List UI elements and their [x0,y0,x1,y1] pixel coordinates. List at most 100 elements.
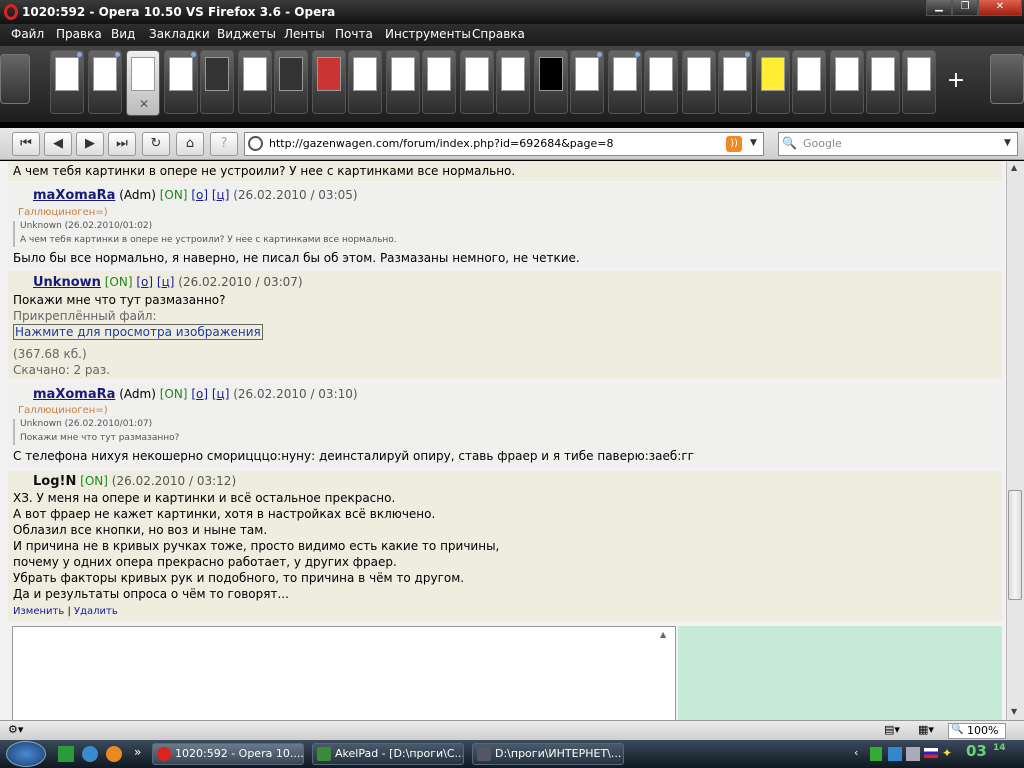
tab[interactable] [88,50,122,114]
menu-help[interactable]: Справка [472,27,525,41]
textarea-scroll-up-icon[interactable]: ▲ [660,630,666,639]
reply-textarea[interactable] [12,626,676,722]
edit-link[interactable]: Изменить [13,606,64,617]
home-button[interactable]: ⌂ [176,132,204,156]
search-icon: 🔍 [782,136,797,150]
zoom-icon: 🔍 [951,724,964,735]
panel-toggle-button[interactable] [0,54,30,104]
rewind-button[interactable]: ⏮ [12,132,40,156]
tab[interactable] [496,50,530,114]
author-link[interactable]: maXomaRa [33,387,115,402]
rss-icon[interactable]: )) [726,136,742,152]
tab[interactable] [534,50,568,114]
volume-icon[interactable] [906,747,920,761]
author-link[interactable]: Unknown [33,275,101,290]
tab-close-icon[interactable]: ✕ [139,97,149,111]
quote-link[interactable]: [ц] [157,275,175,289]
menu-file[interactable]: Файл [11,27,44,41]
new-tab-button[interactable]: + [938,58,974,106]
menu-bar: Файл Правка Вид Закладки Виджеты Ленты П… [0,24,1024,46]
firefox-icon[interactable] [106,746,122,762]
tab[interactable] [570,50,604,114]
author-link[interactable]: maXomaRa [33,188,115,203]
scrollbar-thumb[interactable] [1008,490,1022,600]
scroll-up-icon[interactable]: ▲ [1011,163,1017,172]
tab[interactable] [830,50,864,114]
maximize-button[interactable]: ❐ [952,0,978,16]
quote-block: Unknown (26.02.2010/01:07) Покажи мне чт… [13,419,433,445]
menu-feeds[interactable]: Ленты [284,27,325,41]
menu-mail[interactable]: Почта [335,27,373,41]
tab[interactable] [422,50,456,114]
undo-close-tab-button[interactable] [990,54,1024,104]
menu-bookmarks[interactable]: Закладки [149,27,210,41]
fast-forward-button[interactable]: ⏭ [108,132,136,156]
reply-side-panel [678,626,1002,722]
tab[interactable] [164,50,198,114]
overflow-icon[interactable]: » [134,745,141,759]
delete-link[interactable]: Удалить [74,606,118,617]
tab-active[interactable]: ✕ [126,50,160,116]
tab[interactable] [238,50,272,114]
taskbar-item-akelpad[interactable]: AkelPad - [D:\проги\С... [312,743,464,765]
address-toolbar: ⏮ ◀ ▶ ⏭ ↻ ⌂ ? http://gazenwagen.com/foru… [0,128,1024,160]
tab[interactable] [608,50,642,114]
settings-icon[interactable]: ⚙▾ [8,723,23,736]
window-title: 1020:592 - Opera 10.50 VS Firefox 3.6 - … [22,5,336,19]
menu-edit[interactable]: Правка [56,27,102,41]
tray-wand-icon[interactable]: ✦ [942,746,952,760]
search-dropdown-icon[interactable]: ▼ [1004,138,1011,148]
clock-hour[interactable]: 03 [966,742,987,760]
tab[interactable] [386,50,420,114]
tab[interactable] [200,50,234,114]
network-icon[interactable] [888,747,902,761]
menu-view[interactable]: Вид [111,27,135,41]
minimize-button[interactable]: ▁ [926,0,952,16]
quicklaunch-icon[interactable] [58,746,74,762]
menu-widgets[interactable]: Виджеты [217,27,276,41]
tab[interactable] [866,50,900,114]
forward-button[interactable]: ▶ [76,132,104,156]
url-dropdown-icon[interactable]: ▼ [750,138,757,148]
panel-icon[interactable]: ▤▾ [884,723,900,736]
clock-minute[interactable]: 14 [993,743,1006,753]
tray-expand-icon[interactable]: ‹ [854,746,858,759]
tray-icon[interactable] [870,747,882,761]
menu-tools[interactable]: Инструменты [385,27,471,41]
scroll-down-icon[interactable]: ▼ [1011,707,1017,716]
quote-link[interactable]: [ц] [212,387,230,401]
tab[interactable] [682,50,716,114]
browser-icon[interactable] [82,746,98,762]
site-favicon-icon [248,136,263,151]
tab[interactable] [718,50,752,114]
opera-logo-icon [4,4,18,20]
view-icon[interactable]: ▦▾ [918,723,934,736]
back-button[interactable]: ◀ [44,132,72,156]
language-flag-icon[interactable] [924,748,938,758]
tab[interactable] [902,50,936,114]
search-input[interactable]: Google [778,132,1018,156]
taskbar-item-explorer[interactable]: D:\проги\ИНТЕРНЕТ\... [472,743,624,765]
tab[interactable] [756,50,790,114]
reply-link[interactable]: [о] [191,188,208,202]
reply-link[interactable]: [о] [136,275,153,289]
attachment-link[interactable]: Нажмите для просмотра изображения [13,324,263,340]
url-field[interactable]: http://gazenwagen.com/forum/index.php?id… [244,132,764,156]
tab[interactable] [312,50,346,114]
start-button[interactable] [6,741,46,767]
vertical-scrollbar[interactable]: ▲ ▼ [1006,161,1024,720]
tab[interactable] [644,50,678,114]
reload-button[interactable]: ↻ [142,132,170,156]
tab[interactable] [348,50,382,114]
tab[interactable] [50,50,84,114]
tab[interactable] [274,50,308,114]
info-button[interactable]: ? [210,132,238,156]
quote-header: Unknown (26.02.2010/01:02) [20,221,153,231]
title-bar: 1020:592 - Opera 10.50 VS Firefox 3.6 - … [0,0,1024,24]
reply-link[interactable]: [о] [191,387,208,401]
tab[interactable] [460,50,494,114]
taskbar-item-opera[interactable]: 1020:592 - Opera 10.... [152,743,304,765]
quote-link[interactable]: [ц] [212,188,230,202]
tab[interactable] [792,50,826,114]
close-button[interactable]: ✕ [978,0,1022,16]
